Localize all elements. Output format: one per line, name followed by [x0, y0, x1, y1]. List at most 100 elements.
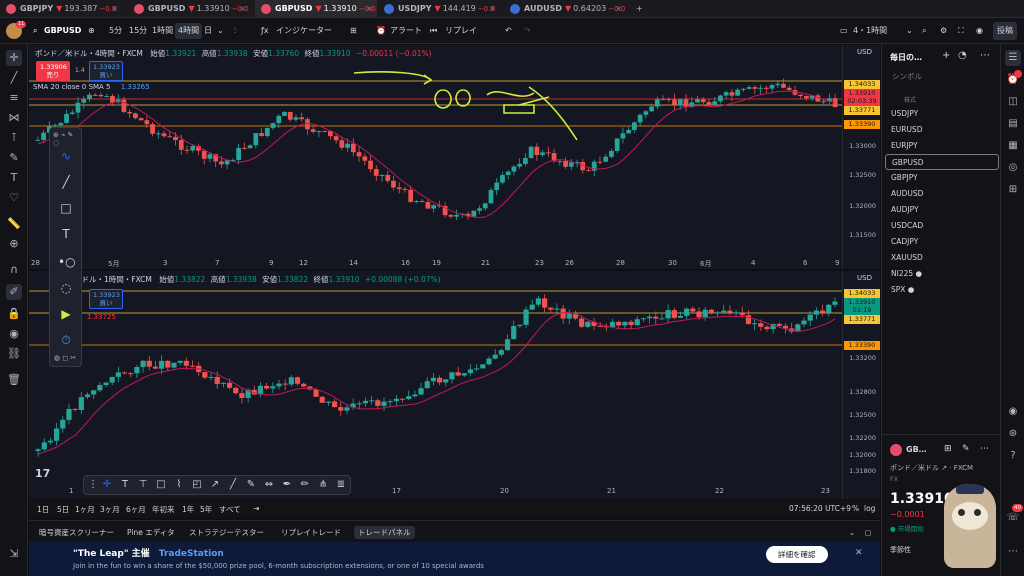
replay-icon[interactable]: ⏮	[430, 23, 437, 39]
settings-icon[interactable]: ⚙	[940, 23, 947, 39]
time-axis-4h[interactable]: 28 5月 3 7 9 12 14 16 19 21 23 26 28 30 6月 4 6 9	[29, 259, 842, 271]
range-1m[interactable]: 1ヶ月	[75, 504, 95, 515]
watchlist-item[interactable]: NI225 ●	[885, 266, 999, 282]
tab-strategy-tester[interactable]: ストラテジーテスター	[189, 526, 264, 539]
chevron-down-icon[interactable]: ⌄	[906, 23, 913, 39]
watchlist-item[interactable]: USDCAD	[885, 218, 999, 234]
templates-icon[interactable]: ⊞	[350, 23, 357, 39]
sell-button[interactable]: 1.33906 売り	[36, 61, 70, 81]
chart-pane-1h[interactable]: 米ドル・1時間・FXCM 始値1.33822 高値1.33938 安値1.338…	[29, 271, 880, 499]
more-icon[interactable]: ⋯	[1005, 544, 1021, 560]
price-chart-4h[interactable]	[29, 45, 880, 269]
range-5y[interactable]: 5年	[200, 504, 212, 515]
range-3m[interactable]: 3ヶ月	[100, 504, 120, 515]
line-icon[interactable]: ╱	[58, 174, 74, 190]
watchlist-item[interactable]: USDJPY	[885, 106, 999, 122]
buy-button[interactable]: 1.33923 買い	[89, 289, 123, 309]
watchlist-item[interactable]: GBPJPY	[885, 170, 999, 186]
crosshair-icon[interactable]: ✛	[100, 478, 114, 492]
new-tab-button[interactable]: +	[632, 0, 648, 18]
indicators-icon[interactable]: ƒx	[261, 23, 269, 39]
broadcast-icon[interactable]: ⊛	[1005, 426, 1021, 442]
watchlist-item[interactable]: SPX ●	[885, 282, 999, 298]
line-icon[interactable]: ╱	[226, 478, 240, 492]
percent-toggle[interactable]: %	[852, 504, 859, 513]
symbol-search[interactable]: GBPUSD	[44, 23, 81, 39]
buy-button[interactable]: 1.33923 買い	[89, 61, 123, 81]
calculator-icon[interactable]: ⊞	[1005, 182, 1021, 198]
data-window-icon[interactable]: ▤	[1005, 116, 1021, 132]
text-icon[interactable]: T	[6, 170, 22, 186]
fib-icon[interactable]: ≡	[6, 90, 22, 106]
contact-icon[interactable]: ☏	[1005, 510, 1021, 526]
watchlist-title[interactable]: 毎日の…	[890, 52, 922, 63]
rectangle-icon[interactable]: □	[58, 200, 74, 216]
symbol-title[interactable]: ポンド／米ドル・4時間・FXCM	[35, 49, 143, 58]
undo-icon[interactable]: ↶	[505, 23, 512, 39]
grid-icon[interactable]: ⊞	[944, 444, 952, 454]
watchlist-item[interactable]: CADJPY	[885, 234, 999, 250]
zoom-icon[interactable]: ⊕	[6, 236, 22, 252]
close-tab-icon[interactable]: ×	[111, 0, 118, 18]
redo-icon[interactable]: ↷	[524, 23, 531, 39]
camera-icon[interactable]: ◉	[976, 23, 983, 39]
add-symbol-icon[interactable]: +	[942, 50, 950, 61]
pitchfork-icon[interactable]: ⋔	[316, 478, 330, 492]
tab-trade-panel[interactable]: トレードパネル	[354, 526, 415, 539]
chart-pane-4h[interactable]: ポンド／米ドル・4時間・FXCM 始値1.33921 高値1.33938 安値1…	[29, 45, 880, 269]
watchlist-item[interactable]: AUDJPY	[885, 202, 999, 218]
section-header[interactable]: 株式	[904, 95, 916, 104]
replay-button[interactable]: リプレイ	[445, 23, 477, 39]
range-ytd[interactable]: 年初来	[152, 504, 175, 515]
pattern-icon[interactable]: ⋈	[6, 110, 22, 126]
range-icon[interactable]: ⇔	[262, 478, 276, 492]
forecast-icon[interactable]: ⊺	[6, 130, 22, 146]
more-icon[interactable]: ⋯	[980, 50, 990, 61]
interval-5m[interactable]: 5分	[109, 23, 122, 39]
drag-handle-icon[interactable]: ⋮	[86, 478, 100, 492]
interval-15m[interactable]: 15分	[129, 23, 147, 39]
sma-legend[interactable]: SMA 20 close 0 SMA 5 1.33265	[33, 83, 150, 91]
more-icon[interactable]: ⋯	[980, 444, 989, 454]
watchlist-item[interactable]: EURUSD	[885, 122, 999, 138]
close-tab-icon[interactable]: ×	[489, 0, 496, 18]
brush-icon[interactable]: ✎	[6, 150, 22, 166]
arrow-icon[interactable]: ↗	[208, 478, 222, 492]
browser-tab[interactable]: GBPUSD ▼ 1.33910 −0.0 ×	[255, 0, 377, 18]
indicators-button[interactable]: インジケーター	[276, 23, 332, 39]
browser-tab[interactable]: AUDUSD ▼ 0.64203 −0.0 ×	[504, 0, 626, 18]
interval-4h[interactable]: 4時間	[175, 23, 203, 39]
price-chart-1h[interactable]	[29, 271, 880, 499]
range-5d[interactable]: 5日	[57, 504, 69, 515]
advanced-view-icon[interactable]: ◔	[958, 50, 967, 61]
watchlist-item[interactable]: AUDUSD	[885, 186, 999, 202]
pencil-lock-icon[interactable]: ✐	[6, 284, 22, 300]
browser-tab[interactable]: GBPUSD ▼ 1.33910 −0.0 ×	[128, 0, 250, 18]
callout-icon[interactable]: ◰	[190, 478, 204, 492]
magnet-icon[interactable]: ∩	[6, 262, 22, 278]
layout-name[interactable]: 4・1時間	[853, 23, 887, 39]
path-icon[interactable]: ⌇	[172, 478, 186, 492]
close-icon[interactable]: ✕	[855, 548, 863, 558]
edit-icon[interactable]: ✎	[962, 444, 970, 454]
fib-icon[interactable]: ≣	[334, 478, 348, 492]
layout-icon[interactable]: ▭	[840, 23, 848, 39]
date-range-icon[interactable]: ⇥	[253, 504, 259, 513]
alert-icon[interactable]: ⏰	[376, 23, 386, 39]
external-link-icon[interactable]: ↗	[941, 464, 947, 472]
rotate-icon[interactable]: ◌	[58, 280, 74, 296]
tab-crypto-screener[interactable]: 暗号資産スクリーナー	[39, 526, 114, 539]
symbol-title[interactable]: 米ドル・1時間・FXCM	[74, 275, 152, 284]
help-icon[interactable]: ?	[1005, 448, 1021, 464]
publish-button[interactable]: 投稿	[993, 22, 1017, 40]
promo-cta-button[interactable]: 詳細を確認	[766, 546, 828, 563]
compare-symbol-icon[interactable]: ⊕	[88, 23, 95, 39]
search-icon[interactable]: ⌕	[33, 23, 37, 39]
heart-icon[interactable]: ♡	[6, 190, 22, 206]
dock-icon[interactable]: ⇲	[6, 546, 22, 562]
range-1y[interactable]: 1年	[182, 504, 194, 515]
brush-icon[interactable]: ✎	[244, 478, 258, 492]
watchlist-item[interactable]: GBPUSD	[885, 154, 999, 170]
close-tab-icon[interactable]: ×	[239, 0, 246, 18]
range-all[interactable]: すべて	[219, 504, 241, 515]
